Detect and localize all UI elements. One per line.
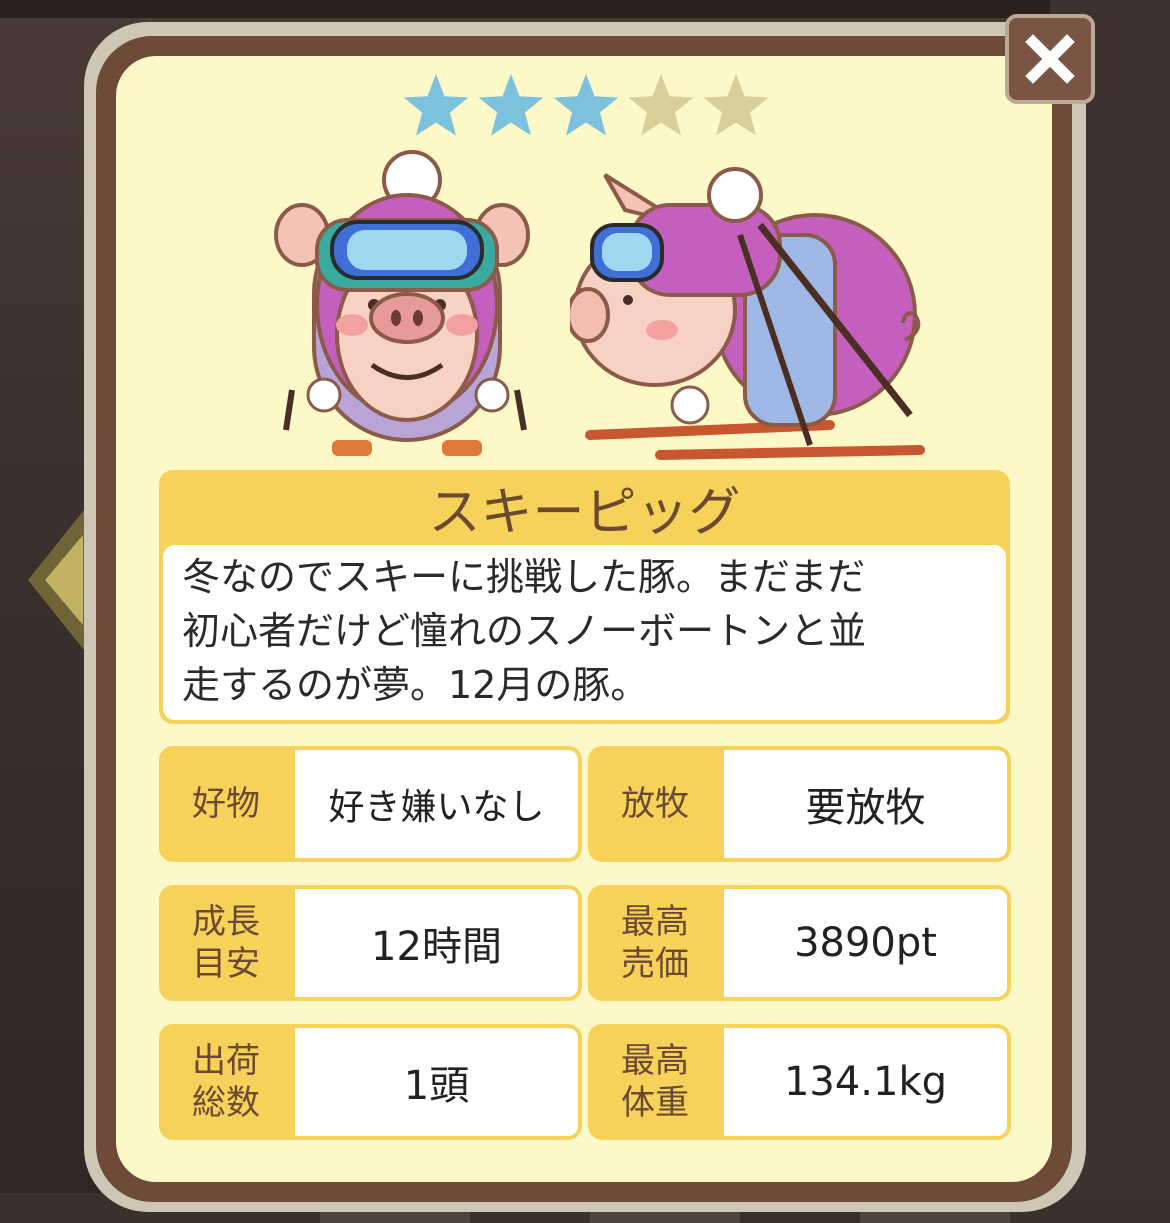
- pig-front-illustration: [274, 150, 530, 456]
- stat-value: 好き嫌いなし: [328, 787, 545, 828]
- stat-label: 出荷 総数: [192, 1041, 260, 1123]
- stat-favorite-food: 好物 好き嫌いなし: [159, 746, 582, 862]
- pig-description: 冬なのでスキーに挑戦した豚。まだまだ 初心者だけど憧れのスノーボートンと並 走す…: [182, 555, 867, 707]
- stat-label: 成長 目安: [192, 902, 260, 984]
- stat-value: 12時間: [371, 924, 502, 970]
- stat-value: 1頭: [403, 1063, 470, 1109]
- stat-grazing: 放牧 要放牧: [588, 746, 1011, 862]
- pig-side-illustration: [570, 167, 925, 460]
- stat-shipped-count: 出荷 総数 1頭: [159, 1024, 582, 1140]
- stat-value: 要放牧: [805, 785, 926, 831]
- stat-max-price: 最高 売価 3890pt: [588, 885, 1011, 1001]
- stat-label: 好物: [192, 784, 260, 824]
- star-filled-icon: [400, 72, 472, 142]
- close-icon: [1025, 34, 1075, 84]
- star-empty-icon: [700, 72, 772, 142]
- stat-label: 最高 体重: [621, 1041, 689, 1123]
- stat-label: 最高 売価: [621, 902, 689, 984]
- stat-value: 134.1kg: [783, 1059, 948, 1105]
- star-empty-icon: [625, 72, 697, 142]
- stat-value: 3890pt: [794, 920, 937, 966]
- background-top-bar: [0, 0, 1170, 18]
- left-arrow-icon-inner: [45, 535, 83, 625]
- pig-name: スキーピッグ: [428, 483, 741, 543]
- close-button[interactable]: [1005, 14, 1095, 104]
- star-rating: [400, 72, 780, 142]
- stat-max-weight: 最高 体重 134.1kg: [588, 1024, 1011, 1140]
- star-filled-icon: [475, 72, 547, 142]
- stat-growth-time: 成長 目安 12時間: [159, 885, 582, 1001]
- star-filled-icon: [550, 72, 622, 142]
- stat-label: 放牧: [621, 784, 689, 824]
